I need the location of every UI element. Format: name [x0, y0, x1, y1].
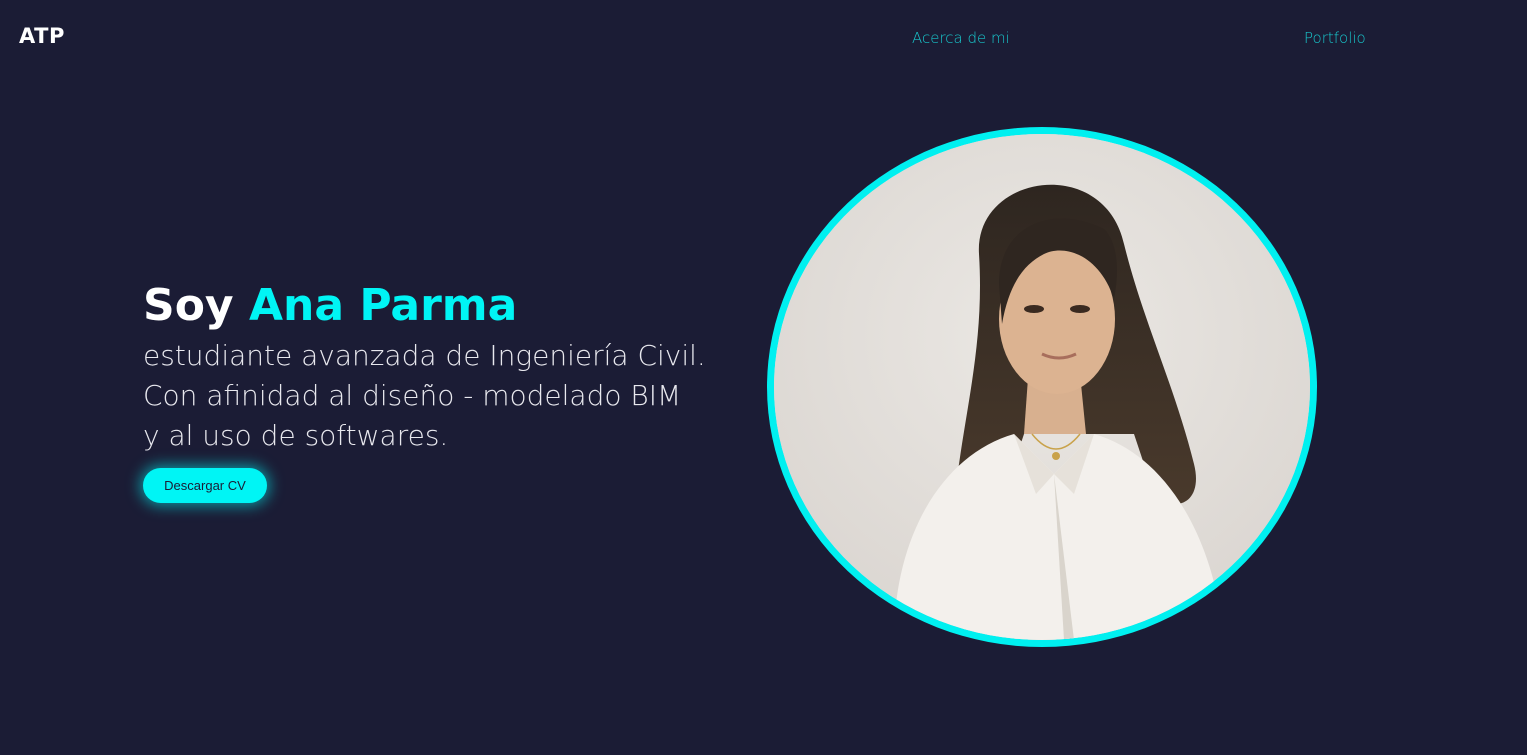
nav-link-about[interactable]: Acerca de mi [912, 29, 1010, 47]
page: ATP Acerca de mi Portfolio Soy Ana Parma… [0, 0, 1527, 755]
hero-headline: Soy Ana Parma [143, 280, 783, 332]
tagline-line-1: estudiante avanzada de Ingeniería Civil. [143, 339, 706, 372]
hero-tagline: estudiante avanzada de Ingeniería Civil.… [143, 336, 783, 456]
download-cv-button[interactable]: Descargar CV [143, 468, 267, 503]
hero-text: Soy Ana Parma estudiante avanzada de Ing… [143, 280, 783, 503]
hero-name: Ana Parma [248, 280, 518, 331]
tagline-line-3: y al uso de softwares. [143, 419, 449, 452]
profile-photo-frame [767, 127, 1317, 647]
tagline-line-2: Con afinidad al diseño - modelado BIM [143, 379, 682, 412]
portrait-illustration [774, 134, 1310, 640]
hero-greeting: Soy [143, 280, 234, 331]
nav-link-portfolio[interactable]: Portfolio [1304, 29, 1366, 47]
profile-photo [774, 134, 1310, 640]
logo[interactable]: ATP [19, 24, 65, 48]
